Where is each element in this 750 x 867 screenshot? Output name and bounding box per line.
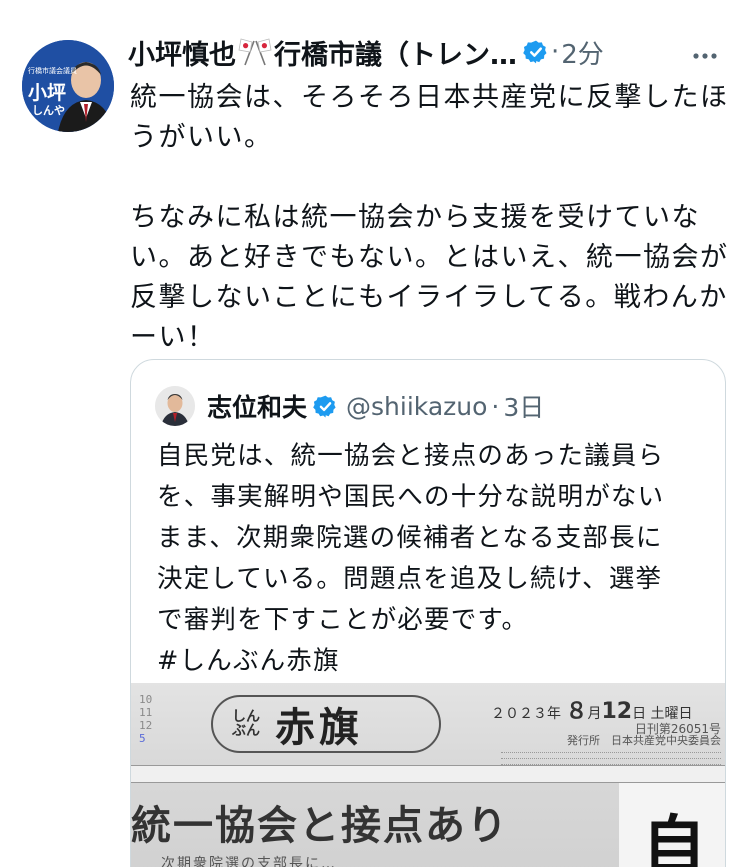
calendar-number: 10 xyxy=(139,693,153,706)
tweet: 行橋市議会議員 小坪 しんや 小坪慎也 行橋市議（トレン… · 2分 統一協会は… xyxy=(0,0,750,867)
masthead-title: 赤旗 xyxy=(275,704,363,751)
quoted-line: まま、次期衆院選の候補者となる支部長に xyxy=(157,523,663,553)
quoted-line: で審判を下すことが必要です。 xyxy=(157,605,529,635)
date-day: 12 xyxy=(601,699,633,724)
date-month: ８ xyxy=(565,699,588,724)
newspaper-masthead: しんぶん 赤旗 xyxy=(211,695,441,753)
publisher: 発行所 日本共産党中央委員会 xyxy=(567,734,721,747)
masthead-small: しんぶん xyxy=(232,709,260,739)
avatar-caption-top: 行橋市議会議員 xyxy=(28,67,77,75)
avatar[interactable]: 行橋市議会議員 小坪 しんや xyxy=(22,40,114,132)
quoted-time[interactable]: 3日 xyxy=(503,388,544,424)
tweet-line: い。あと好きでもない。とはいえ、統一協会が xyxy=(130,242,729,273)
quoted-tweet-text: 自民党は、統一協会と接点のあった議員ら を、事実解明や国民への十分な説明がない … xyxy=(157,436,707,682)
tweet-line: うがいい。 xyxy=(130,122,273,153)
quoted-line: 決定している。問題点を追及し続け、選挙 xyxy=(157,564,663,594)
tweet-line: 反撃しないことにもイライラしてる。戦わんか xyxy=(130,282,728,313)
newspaper-meta: 日刊第26051号 発行所 日本共産党中央委員会 xyxy=(501,723,721,765)
tweet-text: 統一協会は、そろそろ日本共産党に反撃したほ うがいい。 ちなみに私は統一協会から… xyxy=(130,78,730,358)
quoted-tweet[interactable]: 志位和夫 @shiikazuo · 3日 自民党は、統一協会と接点のあった議員ら… xyxy=(130,359,726,867)
avatar-caption-kana: しんや xyxy=(32,104,65,117)
more-horizontal-icon[interactable] xyxy=(690,36,720,76)
author-name[interactable]: 小坪慎也 xyxy=(128,33,236,72)
tweet-line: ーい！ xyxy=(130,322,216,353)
separator-dot: · xyxy=(491,391,500,421)
tweet-line: ちなみに私は統一協会から支援を受けていな xyxy=(130,202,700,233)
crossed-japan-flags-icon xyxy=(238,37,272,67)
tweet-header: 小坪慎也 行橋市議（トレン… · 2分 xyxy=(128,30,728,74)
avatar-caption-name: 小坪 xyxy=(28,82,67,104)
author-title[interactable]: 行橋市議（トレン… xyxy=(274,33,517,72)
newspaper-headline: 統一協会と接点あり xyxy=(131,802,509,849)
calendar-number: 5 xyxy=(139,732,146,745)
date-year: ２０２３年 xyxy=(491,706,561,722)
hashtag-link[interactable]: #しんぶん赤旗 xyxy=(157,641,707,682)
quoted-handle[interactable]: @shiikazuo xyxy=(346,392,487,421)
newspaper-big-character: 自 xyxy=(619,783,725,867)
newspaper-rule xyxy=(131,765,725,783)
newspaper-photo[interactable]: 10 11 12 5 しんぶん 赤旗 ２０２３年 ８月12日 土曜日 日刊第26… xyxy=(131,683,725,867)
separator-dot: · xyxy=(551,37,560,67)
tweet-line: 統一協会は、そろそろ日本共産党に反撃したほ xyxy=(130,82,729,113)
quoted-line: 自民党は、統一協会と接点のあった議員ら xyxy=(157,441,665,471)
tweet-time[interactable]: 2分 xyxy=(561,34,604,71)
quoted-author-name[interactable]: 志位和夫 xyxy=(207,388,307,424)
verified-badge-icon xyxy=(523,39,549,65)
newspaper-date: ２０２３年 ８月12日 土曜日 xyxy=(491,699,693,724)
calendar-number: 11 xyxy=(139,706,153,719)
calendar-number: 12 xyxy=(139,719,153,732)
calendar-strip: 10 11 12 5 xyxy=(139,693,163,745)
quoted-tweet-header: 志位和夫 @shiikazuo · 3日 xyxy=(155,384,544,428)
date-weekday: 土曜日 xyxy=(650,706,693,722)
quoted-line: を、事実解明や国民への十分な説明がない xyxy=(157,482,665,512)
verified-badge-icon xyxy=(313,394,338,419)
newspaper-subline: 次期衆院選の支部長に… xyxy=(161,856,337,867)
quoted-avatar[interactable] xyxy=(155,386,195,426)
